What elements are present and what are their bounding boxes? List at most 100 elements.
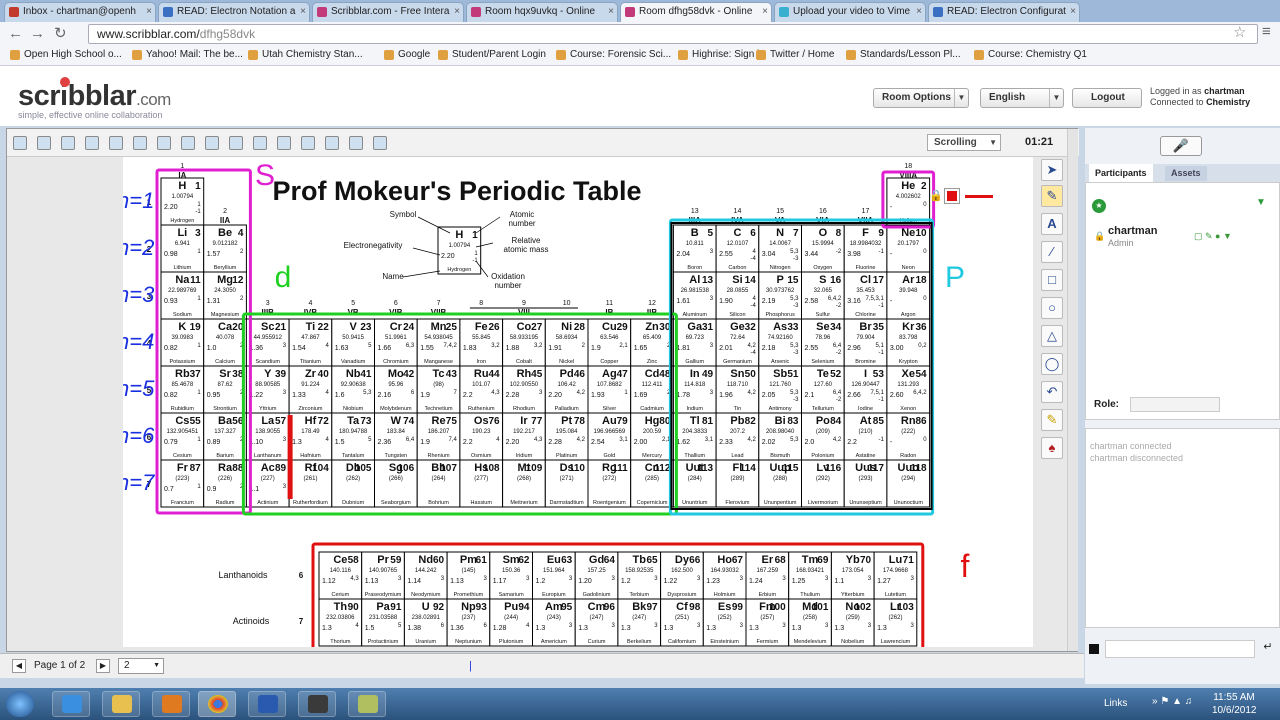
camtasia-taskbar-icon[interactable]	[298, 691, 336, 717]
word-taskbar-icon[interactable]	[248, 691, 286, 717]
bookmark-item[interactable]: Twitter / Home	[756, 49, 834, 60]
upload-icon[interactable]	[157, 136, 171, 150]
scroll-mode-select[interactable]: Scrolling ▼	[927, 134, 1001, 151]
browser-tab[interactable]: Upload your video to Vime ×	[774, 2, 926, 22]
page-icon[interactable]	[373, 136, 387, 150]
stamp-icon[interactable]: ♠	[1041, 437, 1063, 459]
clear-icon[interactable]	[253, 136, 267, 150]
paste-icon[interactable]	[61, 136, 75, 150]
copy-icon[interactable]	[37, 136, 51, 150]
atomic-number: 16	[830, 275, 842, 286]
element-Li: Li 36.9410.98 1Lithium	[160, 224, 205, 273]
ellipse-icon[interactable]: ◯	[1041, 353, 1063, 375]
explorer-taskbar-icon[interactable]	[102, 691, 140, 717]
close-tab-icon[interactable]: ×	[762, 3, 768, 21]
line-icon[interactable]: ∕	[1041, 241, 1063, 263]
screenshot-icon[interactable]	[349, 136, 363, 150]
tab-participants[interactable]: Participants	[1089, 164, 1153, 182]
group-number: 10	[563, 300, 571, 307]
back-icon[interactable]: ←	[8, 25, 23, 43]
close-tab-icon[interactable]: ×	[916, 3, 922, 21]
browser-tab[interactable]: READ: Electron Notation a ×	[158, 2, 310, 22]
triangle-icon[interactable]: △	[1041, 325, 1063, 347]
start-icon[interactable]	[6, 691, 34, 717]
element-Gd: Gd 64157.251.20 3Gadolinium	[574, 551, 619, 600]
forward-icon[interactable]: →	[30, 25, 45, 43]
bookmark-item[interactable]: Course: Chemistry Q1	[974, 49, 1087, 60]
pencil-icon[interactable]: ✎	[1041, 185, 1063, 207]
links-toolbar[interactable]: Links	[1104, 698, 1127, 709]
text-color-swatch[interactable]	[1089, 644, 1099, 654]
highlighter-icon[interactable]: ✎	[1041, 409, 1063, 431]
redo-icon[interactable]	[85, 136, 99, 150]
color-swatch[interactable]	[944, 188, 960, 204]
address-bar[interactable]: www.scribblar.com/dfhg58dvk	[88, 24, 1258, 44]
menu-icon[interactable]: ≡	[1262, 23, 1271, 41]
close-tab-icon[interactable]: ×	[300, 3, 306, 21]
close-tab-icon[interactable]: ×	[608, 3, 614, 21]
previous-page-icon[interactable]: ◀	[12, 659, 26, 673]
undo-icon[interactable]	[109, 136, 123, 150]
app-taskbar-icon[interactable]	[348, 691, 386, 717]
shape-icon[interactable]	[181, 136, 195, 150]
delete-icon[interactable]	[133, 136, 147, 150]
chevron-down-icon[interactable]: ▼	[1256, 197, 1266, 208]
browser-tab[interactable]: Scribblar.com - Free Intera ×	[312, 2, 464, 22]
participant-name[interactable]: chartman	[1108, 225, 1158, 237]
room-options-button[interactable]: Room Options ▼	[873, 88, 969, 108]
chat-input[interactable]	[1105, 640, 1255, 658]
page-select[interactable]: 2 ▼	[118, 658, 164, 674]
bookmark-item[interactable]: Utah Chemistry Stan...	[248, 49, 363, 60]
scribblar-logo[interactable]: scribblar.com	[18, 80, 171, 113]
bookmark-item[interactable]: Course: Forensic Sci...	[556, 49, 671, 60]
browser-tab[interactable]: Inbox - chartman@openh ×	[4, 2, 156, 22]
atomic-number: 98	[689, 602, 701, 613]
reload-icon[interactable]: ↻	[54, 25, 67, 43]
bookmark-item[interactable]: Highrise: Sign in	[678, 49, 765, 60]
bookmark-item[interactable]: Open High School o...	[10, 49, 122, 60]
microphone-icon[interactable]: 🎤	[1160, 136, 1202, 156]
browser-tab[interactable]: READ: Electron Configurat ×	[928, 2, 1080, 22]
send-icon[interactable]: ↵	[1259, 640, 1277, 658]
tray-icons[interactable]: » ⚑ ▲ ♫	[1152, 696, 1192, 707]
electronegativity: 3.98	[847, 251, 861, 258]
bookmark-item[interactable]: Yahoo! Mail: The be...	[132, 49, 243, 60]
pointer-icon[interactable]: ➤	[1041, 159, 1063, 181]
browser-tab[interactable]: Room hqx9uvkq - Online ×	[466, 2, 618, 22]
chrome-taskbar-icon[interactable]	[198, 691, 236, 717]
vertical-scrollbar[interactable]	[1067, 129, 1078, 651]
undo-icon[interactable]: ↶	[1041, 381, 1063, 403]
role-select[interactable]	[1130, 397, 1220, 412]
element-name: Hassium	[471, 500, 493, 506]
tab-assets[interactable]: Assets	[1165, 166, 1207, 181]
math-icon[interactable]	[301, 136, 315, 150]
image-icon[interactable]	[229, 136, 243, 150]
bookmark-item[interactable]: Google	[384, 49, 430, 60]
ie-taskbar-icon[interactable]	[52, 691, 90, 717]
role-label: Role:	[1094, 399, 1119, 410]
rectangle-icon[interactable]: □	[1041, 269, 1063, 291]
grid-icon[interactable]	[277, 136, 291, 150]
close-tab-icon[interactable]: ×	[146, 3, 152, 21]
close-tab-icon[interactable]: ×	[454, 3, 460, 21]
next-page-icon[interactable]: ▶	[96, 659, 110, 673]
element-name: Neodymium	[411, 592, 441, 598]
bookmark-star-icon[interactable]: ☆	[1233, 24, 1246, 42]
whiteboard-canvas[interactable]: Prof Mokeur's Periodic Table H 1 1.00794 2.2…	[123, 157, 1033, 647]
logout-button[interactable]: Logout	[1072, 88, 1142, 108]
lock-icon[interactable]	[205, 136, 219, 150]
participant-controls[interactable]: ▢ ✎ ● ▼	[1194, 231, 1232, 242]
color-icon[interactable]	[325, 136, 339, 150]
text-icon[interactable]: A	[1041, 213, 1063, 235]
browser-tab[interactable]: Room dfhg58dvk - Online ×	[620, 2, 772, 22]
media-taskbar-icon[interactable]	[152, 691, 190, 717]
select-icon[interactable]	[13, 136, 27, 150]
atomic-number: 4	[238, 228, 244, 239]
bookmark-item[interactable]: Student/Parent Login	[438, 49, 546, 60]
element-Dy: Dy 66162.5001.22 3Dysprosium	[660, 551, 704, 600]
close-tab-icon[interactable]: ×	[1070, 3, 1076, 21]
bookmark-item[interactable]: Standards/Lesson Pl...	[846, 49, 961, 60]
language-select[interactable]: English ▼	[980, 88, 1064, 108]
circle-icon[interactable]: ○	[1041, 297, 1063, 319]
lock-icon[interactable]: 🔒	[929, 189, 943, 202]
